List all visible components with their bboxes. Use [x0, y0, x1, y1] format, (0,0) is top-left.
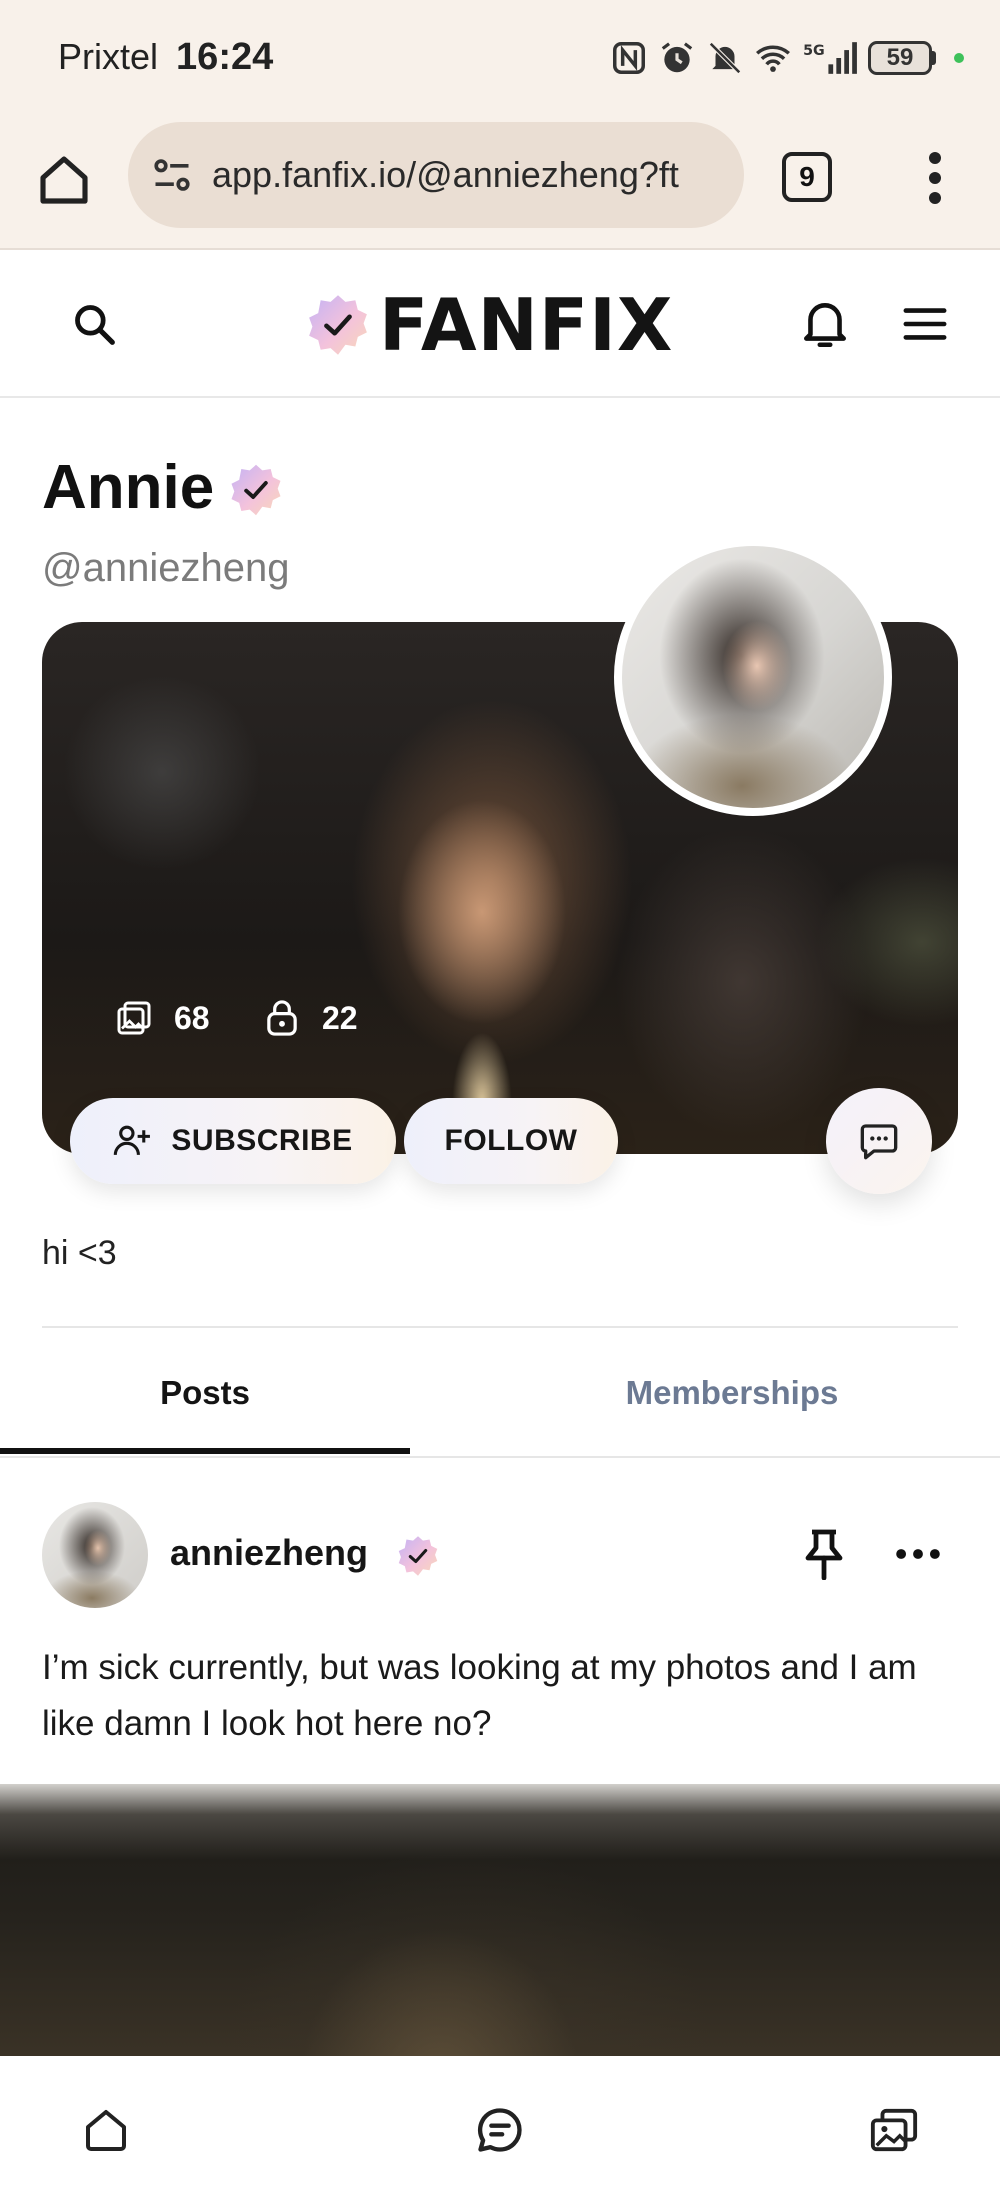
follow-label: FOLLOW	[444, 1124, 578, 1157]
post-media[interactable]	[0, 1784, 1000, 2056]
nav-gallery-button[interactable]	[864, 2100, 924, 2160]
bell-icon	[804, 303, 846, 348]
logo-wordmark: FANFIX	[379, 283, 674, 367]
status-bar: Prixtel 16:24 5G 59	[0, 0, 1000, 112]
site-settings-icon[interactable]	[148, 151, 196, 199]
tab-switcher-button[interactable]: 9	[782, 152, 832, 202]
privacy-dot	[954, 53, 964, 63]
media-count: 68	[174, 999, 210, 1036]
svg-text:5G: 5G	[803, 43, 825, 59]
profile-name: Annie	[42, 453, 215, 522]
kebab-menu-icon	[929, 152, 941, 204]
locked-count-stat: 22	[262, 998, 358, 1038]
profile-handle: @anniezheng	[42, 546, 290, 590]
subscribe-label: SUBSCRIBE	[171, 1124, 353, 1157]
browser-toolbar: app.fanfix.io/@anniezheng?ft 9	[0, 112, 1000, 250]
home-icon	[40, 156, 88, 204]
main-menu-button[interactable]	[895, 294, 955, 354]
lock-icon	[262, 998, 302, 1038]
carrier-name: Prixtel	[58, 36, 159, 77]
post-text: I’m sick currently, but was looking at m…	[42, 1648, 917, 1743]
hamburger-menu-icon	[903, 308, 947, 340]
browser-home-button[interactable]	[32, 148, 96, 212]
pin-button[interactable]	[796, 1526, 852, 1582]
nfc-icon	[613, 42, 645, 74]
search-button[interactable]	[66, 296, 122, 352]
status-icons: 5G 59	[610, 34, 964, 82]
profile-bio: hi <3	[42, 1234, 117, 1272]
message-button[interactable]	[826, 1088, 932, 1194]
chat-icon	[860, 1124, 898, 1160]
wifi-icon	[756, 45, 790, 72]
locked-count: 22	[322, 999, 358, 1036]
post-author-username[interactable]: anniezheng	[170, 1532, 368, 1574]
gallery-icon	[870, 2108, 918, 2152]
bottom-nav	[0, 2056, 1000, 2206]
subscribe-button[interactable]: SUBSCRIBE	[70, 1098, 396, 1184]
media-count-stat: 68	[114, 998, 210, 1038]
carrier-time: Prixtel 16:24	[58, 36, 273, 79]
search-icon	[75, 305, 115, 345]
chat-icon	[477, 2108, 522, 2152]
battery-level: 59	[868, 41, 932, 75]
tabs-baseline	[0, 1456, 1000, 1458]
url-text: app.fanfix.io/@anniezheng?ft	[212, 154, 679, 195]
post-author-avatar[interactable]	[42, 1502, 148, 1608]
verified-badge-icon	[231, 464, 281, 516]
tab-posts[interactable]: Posts	[0, 1362, 410, 1424]
nav-messages-button[interactable]	[470, 2100, 530, 2160]
active-tab-indicator	[0, 1448, 410, 1454]
verified-badge-icon	[398, 1536, 438, 1576]
images-icon	[114, 998, 154, 1038]
url-bar[interactable]: app.fanfix.io/@anniezheng?ft	[128, 122, 744, 228]
profile-avatar[interactable]	[614, 538, 892, 816]
home-icon	[86, 2110, 126, 2151]
clock: 16:24	[176, 36, 274, 78]
browser-menu-button[interactable]	[905, 148, 965, 208]
5g-signal-icon: 5G	[803, 42, 857, 74]
tab-count: 9	[799, 161, 815, 192]
alarm-icon	[661, 42, 693, 73]
tab-memberships[interactable]: Memberships	[500, 1362, 964, 1424]
site-header: FANFIX	[0, 252, 1000, 398]
notifications-button[interactable]	[795, 294, 855, 354]
add-user-icon	[114, 1125, 151, 1155]
fanfix-logo[interactable]: FANFIX	[305, 283, 674, 367]
pin-icon	[805, 1529, 843, 1580]
verified-badge-icon	[309, 295, 367, 355]
post-options-button[interactable]	[888, 1526, 948, 1582]
divider	[42, 1326, 958, 1328]
follow-button[interactable]: FOLLOW	[404, 1098, 618, 1184]
more-icon	[896, 1549, 940, 1559]
battery-icon: 59	[868, 41, 936, 75]
bell-off-icon	[709, 42, 741, 74]
nav-home-button[interactable]	[76, 2100, 136, 2160]
